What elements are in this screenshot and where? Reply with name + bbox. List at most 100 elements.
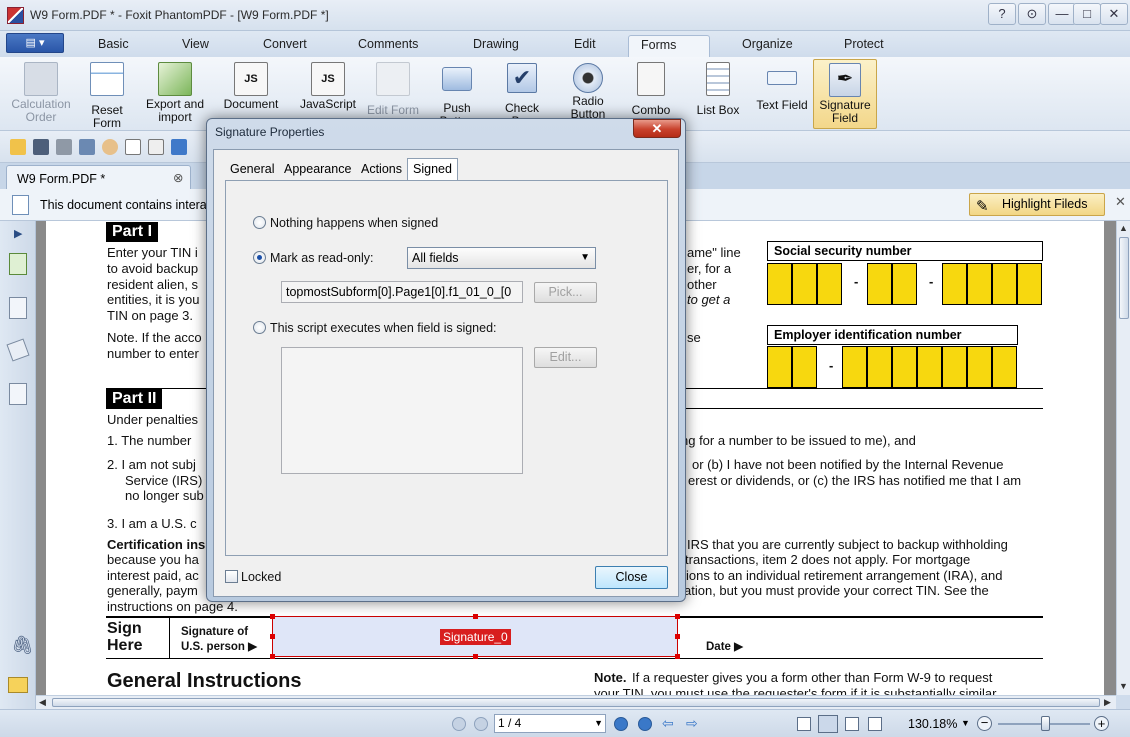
scroll-right-icon[interactable]: ▶	[1104, 697, 1111, 708]
pages-icon[interactable]	[9, 253, 27, 275]
attachments-icon[interactable]: 🖇	[11, 635, 34, 656]
ein-box[interactable]	[867, 346, 892, 388]
comments-icon[interactable]	[8, 677, 28, 693]
tab-protect[interactable]: Protect	[832, 35, 896, 57]
tab-organize[interactable]: Organize	[730, 35, 805, 57]
ein-box[interactable]	[942, 346, 967, 388]
next-page-icon[interactable]	[614, 717, 628, 731]
tab-edit[interactable]: Edit	[562, 35, 608, 57]
tab-forms[interactable]: Forms	[628, 35, 710, 57]
bookmarks-icon[interactable]	[9, 297, 27, 319]
resize-handle[interactable]	[270, 634, 275, 639]
previous-page-icon[interactable]	[474, 717, 488, 731]
zoom-in-icon[interactable]: +	[1094, 716, 1109, 731]
skin-icon[interactable]: ⊙	[1018, 3, 1046, 25]
app-menu-button[interactable]: ▤ ▾	[6, 33, 64, 53]
tab-signed[interactable]: Signed	[407, 158, 458, 180]
zoom-dropdown-icon[interactable]: ▼	[961, 718, 970, 728]
resize-handle[interactable]	[270, 614, 275, 619]
resize-handle[interactable]	[270, 654, 275, 659]
locked-label[interactable]: Locked	[241, 570, 281, 584]
ssn-box[interactable]	[817, 263, 842, 305]
highlight-fields-button[interactable]: ✎ Highlight Fileds	[969, 193, 1105, 216]
horizontal-scrollbar[interactable]: ◀ ▶	[36, 695, 1116, 709]
dialog-close-button[interactable]: ✕	[633, 119, 681, 138]
signature-field-button[interactable]: ✒ Signature Field	[813, 59, 877, 129]
fields-list-input[interactable]: topmostSubform[0].Page1[0].f1_01_0_[0	[281, 281, 523, 303]
close-button[interactable]: Close	[595, 566, 668, 589]
horizontal-scroll-thumb[interactable]	[52, 698, 1100, 707]
ssn-box[interactable]	[967, 263, 992, 305]
save-icon[interactable]	[33, 139, 49, 155]
close-tab-icon[interactable]: ⊗	[173, 170, 183, 185]
edit-script-button[interactable]: Edit...	[534, 347, 597, 368]
pick-button[interactable]: Pick...	[534, 282, 597, 303]
ein-box[interactable]	[792, 346, 817, 388]
screen-icon[interactable]	[79, 139, 95, 155]
ssn-box[interactable]	[992, 263, 1017, 305]
zoom-slider-thumb[interactable]	[1041, 716, 1050, 731]
back-icon[interactable]	[171, 139, 187, 155]
open-icon[interactable]	[10, 139, 26, 155]
vertical-scrollbar[interactable]: ▲ ▼	[1116, 221, 1130, 695]
tab-appearance[interactable]: Appearance	[279, 159, 356, 179]
select-icon[interactable]	[125, 139, 141, 155]
tab-basic[interactable]: Basic	[86, 35, 141, 57]
scroll-down-icon[interactable]: ▼	[1119, 681, 1128, 691]
zoom-out-icon[interactable]: −	[977, 716, 992, 731]
list-box-button[interactable]: List Box	[694, 59, 742, 129]
signatures-icon[interactable]	[9, 383, 27, 405]
calculation-order-button[interactable]: Calculation Order	[10, 59, 72, 129]
tab-general[interactable]: General	[225, 159, 279, 179]
resize-handle[interactable]	[675, 614, 680, 619]
first-page-icon[interactable]	[452, 717, 466, 731]
document-tab[interactable]: W9 Form.PDF * ⊗	[6, 165, 191, 189]
maximize-button[interactable]: □	[1073, 3, 1101, 25]
zoom-level[interactable]: 130.18%	[908, 717, 957, 731]
script-radio[interactable]	[253, 321, 266, 334]
text-field-button[interactable]: Text Field	[754, 59, 810, 129]
script-label[interactable]: This script executes when field is signe…	[270, 321, 497, 335]
ein-box[interactable]	[967, 346, 992, 388]
foxit-app-icon[interactable]	[7, 7, 24, 24]
tab-view[interactable]: View	[170, 35, 221, 57]
nothing-happens-label[interactable]: Nothing happens when signed	[270, 216, 438, 230]
read-only-select[interactable]: All fields ▼	[407, 247, 596, 269]
continuous-page-icon[interactable]	[818, 715, 838, 733]
tab-drawing[interactable]: Drawing	[461, 35, 531, 57]
read-only-label[interactable]: Mark as read-only:	[270, 251, 374, 265]
last-page-icon[interactable]	[638, 717, 652, 731]
tab-convert[interactable]: Convert	[251, 35, 319, 57]
scroll-up-icon[interactable]: ▲	[1119, 223, 1128, 233]
resize-handle[interactable]	[675, 654, 680, 659]
reset-form-button[interactable]: Reset Form	[76, 59, 138, 130]
hand-icon[interactable]	[102, 139, 118, 155]
script-textarea[interactable]	[281, 347, 523, 474]
expand-panel-icon[interactable]: ▶	[14, 227, 22, 240]
ein-box[interactable]	[842, 346, 867, 388]
export-import-button[interactable]: Export and import	[142, 59, 208, 129]
ein-box[interactable]	[992, 346, 1017, 388]
single-page-icon[interactable]	[797, 717, 811, 731]
vertical-scroll-thumb[interactable]	[1119, 237, 1129, 319]
layers-icon[interactable]	[6, 338, 30, 362]
continuous-facing-icon[interactable]	[868, 717, 882, 731]
nothing-happens-radio[interactable]	[253, 216, 266, 229]
facing-page-icon[interactable]	[845, 717, 859, 731]
ssn-box[interactable]	[1017, 263, 1042, 305]
close-window-button[interactable]: ✕	[1100, 3, 1128, 25]
ssn-box[interactable]	[767, 263, 792, 305]
minimize-button[interactable]: —	[1048, 3, 1076, 25]
ssn-box[interactable]	[867, 263, 892, 305]
ein-box[interactable]	[917, 346, 942, 388]
text-select-icon[interactable]	[148, 139, 164, 155]
ssn-box[interactable]	[942, 263, 967, 305]
resize-handle[interactable]	[473, 614, 478, 619]
scroll-left-icon[interactable]: ◀	[39, 697, 46, 708]
print-icon[interactable]	[56, 139, 72, 155]
read-only-radio[interactable]	[253, 251, 266, 264]
resize-handle[interactable]	[675, 634, 680, 639]
close-message-icon[interactable]: ✕	[1115, 194, 1126, 210]
ssn-box[interactable]	[792, 263, 817, 305]
ein-box[interactable]	[892, 346, 917, 388]
